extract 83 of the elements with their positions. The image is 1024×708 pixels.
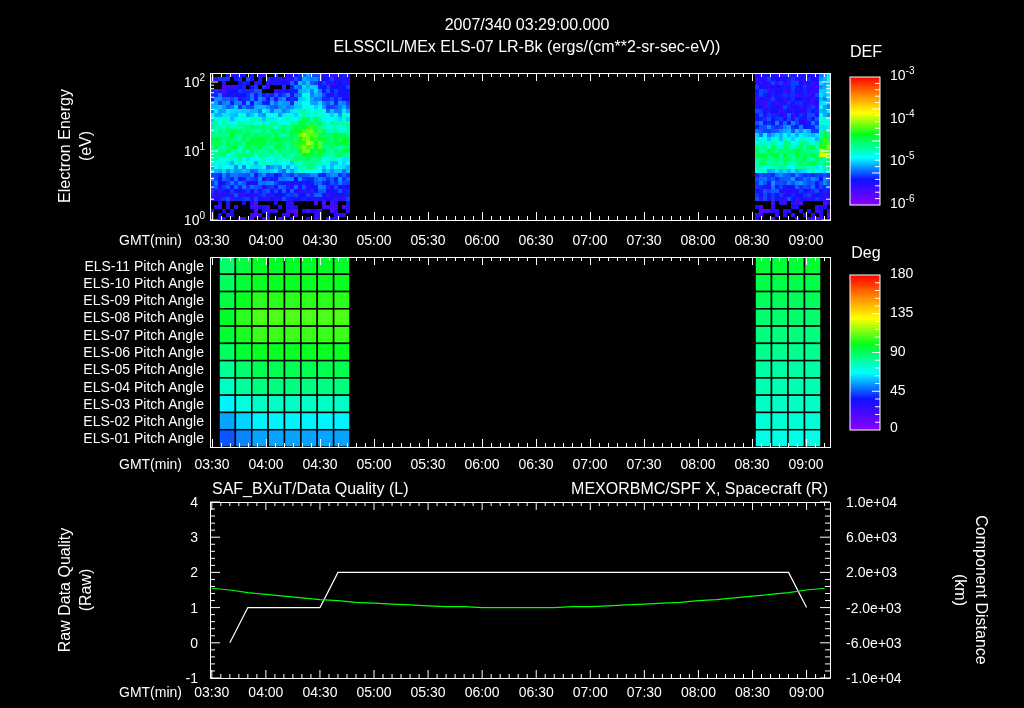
tick-label: 04:00 xyxy=(248,232,284,248)
tick-label: 05:30 xyxy=(410,456,446,472)
row-label: ELS-09 Pitch Angle xyxy=(83,292,204,309)
plot-title: 2007/340 03:29:00.000 xyxy=(444,16,610,33)
tick-label: 04:30 xyxy=(302,232,338,248)
tick-label: 04:00 xyxy=(248,684,284,700)
tick-label: 6.0e+03 xyxy=(846,529,897,546)
tick-label: 07:30 xyxy=(626,684,662,700)
colorbar-tick-label: 135 xyxy=(890,304,914,320)
row-label: ELS-10 Pitch Angle xyxy=(83,274,204,291)
colorbar-tick-label: 90 xyxy=(890,343,906,359)
tick-label: 09:00 xyxy=(788,456,824,472)
series-title: MEXORBMC/SPF X, Spacecraft (R) xyxy=(571,480,828,497)
tick-label: 1.0e+04 xyxy=(846,494,897,510)
row-label: ELS-07 Pitch Angle xyxy=(83,326,204,343)
axis-label: GMT(min) xyxy=(119,456,182,472)
tick-label: 09:00 xyxy=(788,232,824,248)
row-label: ELS-11 Pitch Angle xyxy=(84,257,204,274)
tick-label: 03:30 xyxy=(194,456,230,472)
tick-label: 06:30 xyxy=(518,456,554,472)
tick-label: 08:30 xyxy=(735,684,770,700)
tick-label: 08:00 xyxy=(680,684,716,700)
tick-label: 03:30 xyxy=(194,232,230,248)
tick-label: 04:30 xyxy=(302,456,338,472)
tick-label: 05:00 xyxy=(356,232,392,248)
colorbar-title: Deg xyxy=(851,244,881,261)
row-label: ELS-08 Pitch Angle xyxy=(83,309,204,326)
tick-label: 08:00 xyxy=(680,232,716,248)
tick-label: 05:30 xyxy=(410,684,446,700)
row-label: ELS-03 Pitch Angle xyxy=(83,395,204,412)
tick-label: 10$^{2}$ xyxy=(183,71,205,90)
tick-label: 04:30 xyxy=(302,684,338,700)
tick-label: 10$^{0}$ xyxy=(183,209,205,228)
row-label: ELS-04 Pitch Angle xyxy=(83,378,204,395)
tick-label: -2.0e+03 xyxy=(846,599,902,616)
colorbar-title: DEF xyxy=(850,43,882,60)
tick-label: 07:30 xyxy=(626,232,662,248)
tick-label: 10$^{1}$ xyxy=(183,140,205,159)
tick-label: 1 xyxy=(190,599,198,616)
tick-label: 06:30 xyxy=(518,232,554,248)
tick-label: 4 xyxy=(190,494,198,510)
tick-label: 05:00 xyxy=(356,456,392,472)
tick-label: 06:30 xyxy=(518,684,554,700)
tick-label: 06:00 xyxy=(464,232,500,248)
colorbar-tick-label: 10$^{-3}$ xyxy=(890,64,915,83)
tick-label: 07:00 xyxy=(572,684,608,700)
axis-label: Electron Energy (eV) xyxy=(56,89,94,203)
tick-label: 05:30 xyxy=(410,232,446,248)
axis-label: GMT(min) xyxy=(119,684,182,700)
colorbar-tick-label: 10$^{-4}$ xyxy=(890,107,915,126)
tick-label: 2.0e+03 xyxy=(846,564,897,581)
tick-label: 08:00 xyxy=(680,456,716,472)
tick-label: 08:30 xyxy=(734,456,770,472)
row-label: ELS-06 Pitch Angle xyxy=(83,344,204,360)
series-title: SAF_BXuT/Data Quality (L) xyxy=(212,480,409,497)
tick-label: 3 xyxy=(190,529,198,546)
row-label: ELS-01 Pitch Angle xyxy=(83,430,204,447)
tick-label: 03:30 xyxy=(194,684,230,700)
colorbar-tick-label: 45 xyxy=(890,382,906,398)
colorbar-tick-label: 0 xyxy=(890,419,898,435)
tick-label: 08:30 xyxy=(734,232,770,248)
plot-subtitle: ELSSCIL/MEx ELS-07 LR-Bk (ergs/(cm**2-sr-sec-eV)) xyxy=(333,38,721,55)
axis-label: GMT(min) xyxy=(119,232,182,248)
tick-label: 04:00 xyxy=(248,456,284,472)
tick-label: 07:00 xyxy=(572,232,608,248)
tick-label: -1.0e+04 xyxy=(846,670,902,686)
tick-label: 07:00 xyxy=(572,456,608,472)
colorbar-tick-label: 180 xyxy=(890,265,914,281)
colorbar-tick-label: 10$^{-5}$ xyxy=(890,149,915,168)
tick-label: 06:00 xyxy=(464,684,500,700)
axis-label: Raw Data Quality (Raw) xyxy=(56,527,94,653)
tick-label: 05:00 xyxy=(356,684,392,700)
tick-label: -1 xyxy=(185,670,198,686)
tick-label: 06:00 xyxy=(464,456,500,472)
colorbar-tick-label: 10$^{-6}$ xyxy=(890,192,915,211)
axis-label: Component Distance (km) xyxy=(952,515,990,665)
tick-label: 2 xyxy=(190,564,198,581)
tick-label: 09:00 xyxy=(789,684,825,700)
tick-label: 07:30 xyxy=(626,456,662,472)
row-label: ELS-05 Pitch Angle xyxy=(83,361,204,378)
tick-label: 0 xyxy=(190,634,198,651)
row-label: ELS-02 Pitch Angle xyxy=(83,413,204,430)
tick-label: -6.0e+03 xyxy=(846,634,902,651)
